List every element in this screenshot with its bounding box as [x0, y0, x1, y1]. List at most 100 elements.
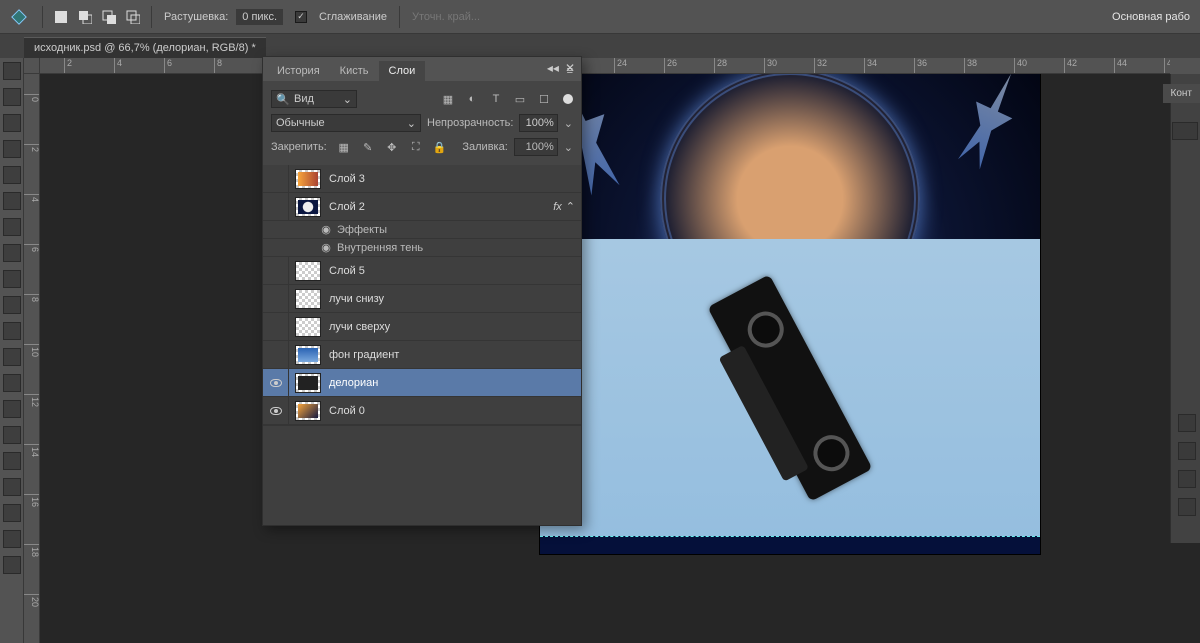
- tool-icon[interactable]: [3, 192, 21, 210]
- fill-value[interactable]: 100%: [514, 138, 558, 156]
- ruler-vertical[interactable]: 0246810121416182022: [24, 74, 40, 643]
- layer-thumbnail[interactable]: [295, 373, 321, 393]
- workspace-label[interactable]: Основная рабо: [1112, 11, 1196, 23]
- filter-shape-icon[interactable]: ▭: [513, 92, 527, 106]
- feather-value[interactable]: 0 пикс.: [236, 9, 283, 25]
- fx-badge[interactable]: fx: [553, 201, 562, 213]
- visibility-toggle[interactable]: [263, 257, 289, 284]
- tool-icon[interactable]: [3, 62, 21, 80]
- document-tab[interactable]: исходник.psd @ 66,7% (делориан, RGB/8) *: [24, 37, 266, 58]
- tool-icon[interactable]: [3, 426, 21, 444]
- tool-icon[interactable]: [3, 322, 21, 340]
- right-tool-icon[interactable]: [1178, 442, 1196, 460]
- visibility-toggle[interactable]: [263, 193, 289, 220]
- add-selection-icon[interactable]: [75, 7, 95, 27]
- tab-layers[interactable]: Слои: [379, 61, 426, 81]
- filter-type-icon[interactable]: T: [489, 92, 503, 106]
- tool-icon[interactable]: [3, 400, 21, 418]
- right-panel-input[interactable]: [1172, 122, 1198, 140]
- panel-close-icon[interactable]: ✕: [565, 61, 575, 75]
- new-selection-icon[interactable]: [51, 7, 71, 27]
- layer-name[interactable]: Слой 0: [329, 405, 575, 417]
- lock-all-icon[interactable]: 🔒: [433, 140, 447, 154]
- filter-toggle[interactable]: [563, 94, 573, 104]
- tool-icon[interactable]: [3, 114, 21, 132]
- layer-name[interactable]: фон градиент: [329, 349, 575, 361]
- layer-row[interactable]: Слой 5: [263, 257, 581, 285]
- tool-icon[interactable]: [3, 218, 21, 236]
- chevron-down-icon[interactable]: ⌄: [564, 117, 573, 130]
- layer-name[interactable]: Слой 5: [329, 265, 575, 277]
- tool-icon[interactable]: [3, 556, 21, 574]
- tab-brush[interactable]: Кисть: [330, 61, 379, 81]
- layer-thumbnail[interactable]: [295, 317, 321, 337]
- right-tool-icon[interactable]: [1178, 470, 1196, 488]
- opacity-value[interactable]: 100%: [519, 114, 557, 132]
- filter-smart-icon[interactable]: ☐: [537, 92, 551, 106]
- visibility-toggle[interactable]: [263, 285, 289, 312]
- right-panel-tab[interactable]: Конт: [1163, 84, 1200, 103]
- divider: [399, 6, 400, 28]
- visibility-toggle[interactable]: [263, 313, 289, 340]
- panel-collapse-icon[interactable]: ◂◂: [547, 61, 559, 75]
- subtract-selection-icon[interactable]: [99, 7, 119, 27]
- tool-icon[interactable]: [3, 140, 21, 158]
- layer-name[interactable]: Слой 2: [329, 201, 553, 213]
- layer-row[interactable]: фон градиент: [263, 341, 581, 369]
- chevron-down-icon[interactable]: ⌄: [564, 141, 573, 154]
- lock-transparency-icon[interactable]: ▦: [337, 140, 351, 154]
- lock-artboard-icon[interactable]: ⛶: [409, 140, 423, 154]
- right-tool-icon[interactable]: [1178, 498, 1196, 516]
- tab-history[interactable]: История: [267, 61, 330, 81]
- layer-row[interactable]: лучи сверху: [263, 313, 581, 341]
- tool-icon[interactable]: [3, 374, 21, 392]
- lock-pixels-icon[interactable]: ✎: [361, 140, 375, 154]
- filter-adjust-icon[interactable]: ◐: [465, 92, 479, 106]
- ruler-horizontal[interactable]: 0246810121416182022242628303234363840424…: [40, 58, 1170, 74]
- tool-icon[interactable]: [3, 88, 21, 106]
- tool-icon[interactable]: [3, 244, 21, 262]
- layer-thumbnail[interactable]: [295, 261, 321, 281]
- layers-empty-area[interactable]: [263, 425, 581, 525]
- fx-inner-shadow-row[interactable]: ◉Внутренняя тень: [263, 239, 581, 257]
- layer-thumbnail[interactable]: [295, 289, 321, 309]
- layer-row[interactable]: Слой 0: [263, 397, 581, 425]
- blend-mode-select[interactable]: Обычные ⌄: [271, 114, 421, 132]
- layer-filter-select[interactable]: 🔍 Вид ⌄: [271, 90, 357, 108]
- visibility-toggle[interactable]: [263, 341, 289, 368]
- lock-position-icon[interactable]: ✥: [385, 140, 399, 154]
- fx-visibility-icon[interactable]: ◉: [321, 241, 331, 254]
- refine-edge-button[interactable]: Уточн. край...: [412, 11, 480, 23]
- visibility-toggle[interactable]: [263, 397, 289, 424]
- tool-icon[interactable]: [3, 348, 21, 366]
- tool-icon[interactable]: [3, 478, 21, 496]
- tool-icon[interactable]: [3, 530, 21, 548]
- layer-name[interactable]: Слой 3: [329, 173, 575, 185]
- layer-row[interactable]: делориан: [263, 369, 581, 397]
- fx-collapse-icon[interactable]: ⌃: [566, 200, 575, 213]
- fx-effects-row[interactable]: ◉Эффекты: [263, 221, 581, 239]
- tool-icon[interactable]: [3, 504, 21, 522]
- right-tool-icon[interactable]: [1178, 414, 1196, 432]
- antialias-checkbox[interactable]: [295, 11, 307, 23]
- layer-thumbnail[interactable]: [295, 169, 321, 189]
- filter-pixel-icon[interactable]: ▦: [441, 92, 455, 106]
- layer-thumbnail[interactable]: [295, 345, 321, 365]
- visibility-toggle[interactable]: [263, 165, 289, 192]
- layer-name[interactable]: лучи сверху: [329, 321, 575, 333]
- tool-icon[interactable]: [3, 452, 21, 470]
- document-canvas[interactable]: [540, 64, 1040, 554]
- layer-thumbnail[interactable]: [295, 401, 321, 421]
- intersect-selection-icon[interactable]: [123, 7, 143, 27]
- layer-name[interactable]: лучи снизу: [329, 293, 575, 305]
- visibility-toggle[interactable]: [263, 369, 289, 396]
- layer-row[interactable]: лучи снизу: [263, 285, 581, 313]
- tool-icon[interactable]: [3, 296, 21, 314]
- layer-row[interactable]: Слой 2fx ⌃: [263, 193, 581, 221]
- tool-icon[interactable]: [3, 270, 21, 288]
- layer-thumbnail[interactable]: [295, 197, 321, 217]
- tool-icon[interactable]: [3, 166, 21, 184]
- layer-row[interactable]: Слой 3: [263, 165, 581, 193]
- fx-visibility-icon[interactable]: ◉: [321, 223, 331, 236]
- layer-name[interactable]: делориан: [329, 377, 575, 389]
